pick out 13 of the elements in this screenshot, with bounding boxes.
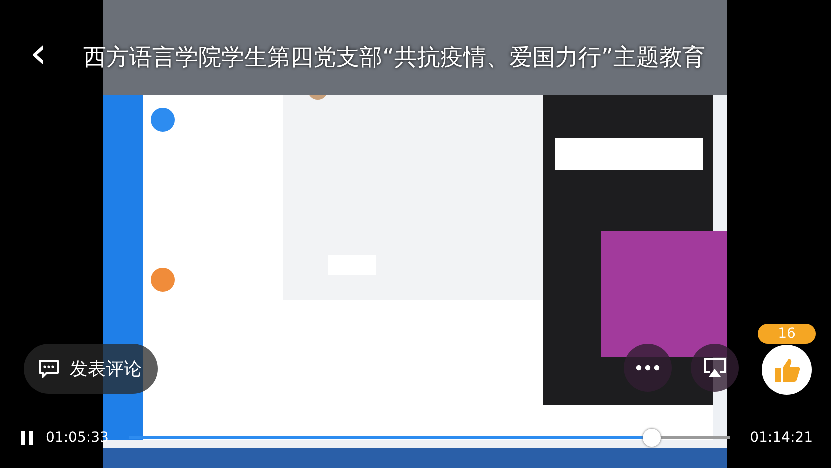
back-button[interactable]: ‹ xyxy=(24,32,54,76)
pause-icon xyxy=(20,430,34,446)
thumbs-up-icon xyxy=(773,356,801,384)
more-icon xyxy=(636,365,660,371)
comment-icon xyxy=(38,359,60,379)
video-title: 西方语言学院学生第四党支部“共抗疫情、爱国力行”主题教育 xyxy=(84,44,706,72)
progress-thumb[interactable] xyxy=(642,429,661,447)
comment-button[interactable]: 发表评论 xyxy=(24,344,158,394)
duration-time: 01:14:21 xyxy=(750,430,813,446)
like-count: 16 xyxy=(758,324,816,344)
cast-icon xyxy=(703,357,727,379)
like-button[interactable] xyxy=(762,345,812,395)
pause-button[interactable] xyxy=(20,430,34,446)
